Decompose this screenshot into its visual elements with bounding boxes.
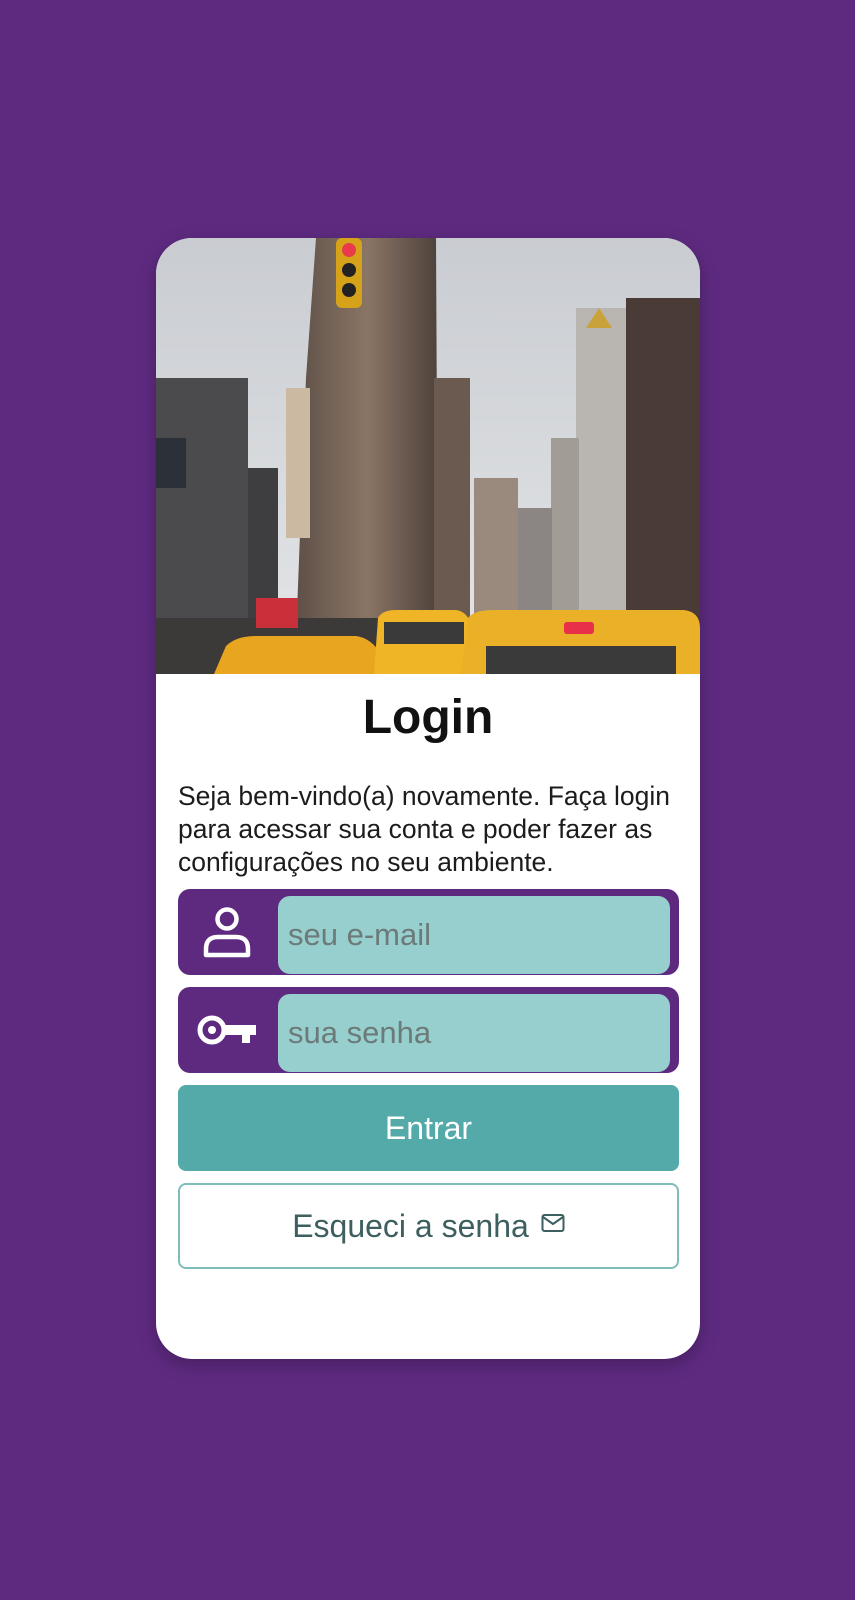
login-card: Login Seja bem-vindo(a) novamente. Faça … — [156, 238, 700, 1359]
key-icon — [197, 1015, 256, 1045]
city-street-hero-image — [156, 238, 700, 674]
login-button[interactable]: Entrar — [178, 1085, 679, 1171]
email-input[interactable] — [278, 896, 670, 974]
password-input[interactable] — [278, 994, 670, 1072]
forgot-password-label: Esqueci a senha — [292, 1207, 529, 1244]
user-icon — [203, 907, 251, 958]
page-title: Login — [362, 691, 494, 744]
forgot-password-button[interactable]: Esqueci a senha — [178, 1183, 679, 1269]
welcome-description: Seja bem-vindo(a) novamente. Faça login … — [178, 781, 670, 877]
mail-icon — [541, 1214, 565, 1232]
email-field-group — [178, 889, 679, 975]
password-field-group — [178, 987, 679, 1073]
